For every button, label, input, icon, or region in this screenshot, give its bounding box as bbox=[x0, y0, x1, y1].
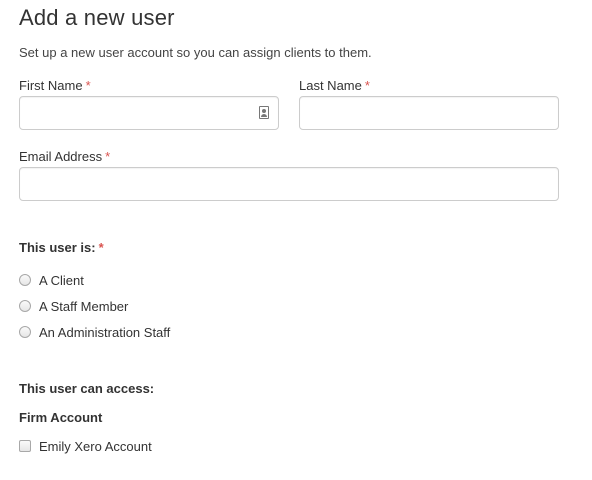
first-name-label-text: First Name bbox=[19, 78, 83, 93]
radio-option-administration-staff[interactable]: An Administration Staff bbox=[19, 324, 170, 340]
email-label: Email Address * bbox=[19, 149, 110, 164]
email-label-text: Email Address bbox=[19, 149, 103, 164]
last-name-field[interactable] bbox=[299, 96, 559, 130]
radio-button[interactable] bbox=[19, 300, 31, 312]
account-checkbox[interactable] bbox=[19, 440, 31, 452]
radio-option-staff-member[interactable]: A Staff Member bbox=[19, 298, 128, 314]
access-label: This user can access: bbox=[19, 381, 155, 396]
radio-option-label: A Client bbox=[39, 272, 84, 288]
required-marker: * bbox=[98, 240, 104, 255]
radio-button[interactable] bbox=[19, 274, 31, 286]
email-field[interactable] bbox=[19, 167, 559, 201]
page-title: Add a new user bbox=[19, 5, 175, 30]
radio-option-label: A Staff Member bbox=[39, 298, 129, 314]
contact-card-icon[interactable] bbox=[259, 106, 269, 119]
page-subtitle: Set up a new user account so you can ass… bbox=[19, 45, 372, 60]
account-label: Emily Xero Account bbox=[39, 438, 152, 454]
firm-account-label: Firm Account bbox=[19, 410, 103, 425]
last-name-label: Last Name * bbox=[299, 78, 370, 93]
user-type-label: This user is: * bbox=[19, 240, 104, 255]
radio-button[interactable] bbox=[19, 326, 31, 338]
account-checkbox-row[interactable]: Emily Xero Account bbox=[19, 438, 152, 454]
required-marker: * bbox=[105, 149, 111, 164]
first-name-field[interactable] bbox=[19, 96, 279, 130]
first-name-label: First Name * bbox=[19, 78, 91, 93]
required-marker: * bbox=[364, 78, 370, 93]
radio-option-label: An Administration Staff bbox=[39, 324, 171, 340]
user-type-label-text: This user is: bbox=[19, 240, 96, 255]
last-name-label-text: Last Name bbox=[299, 78, 362, 93]
required-marker: * bbox=[85, 78, 91, 93]
radio-option-client[interactable]: A Client bbox=[19, 272, 84, 288]
